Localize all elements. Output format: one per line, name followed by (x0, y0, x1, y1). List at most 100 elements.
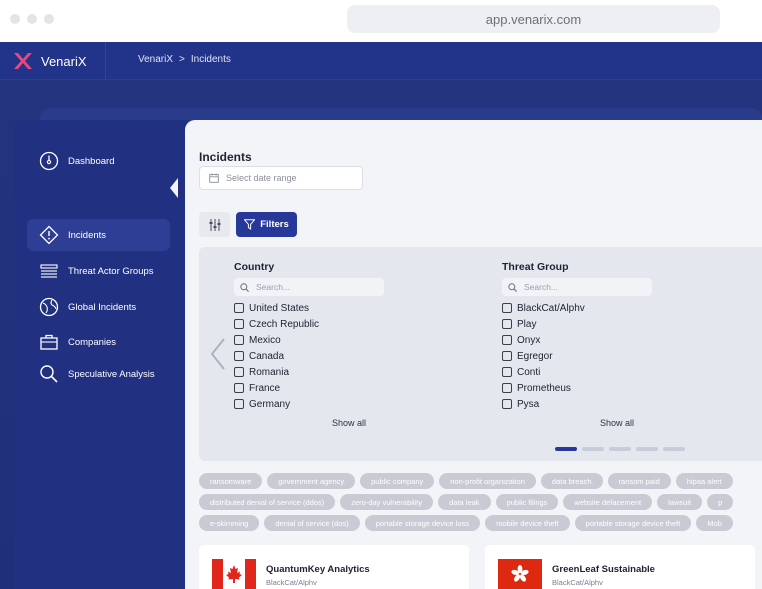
threat-group-search-input[interactable]: Search... (502, 278, 652, 296)
tag-chip[interactable]: zero-day vulnerability (340, 494, 434, 510)
tag-chip[interactable]: data leak (438, 494, 491, 510)
tag-chip[interactable]: portable storage device loss (364, 515, 481, 531)
filter-pager (555, 447, 685, 451)
tag-chip[interactable]: ransom paid (607, 473, 671, 489)
country-option[interactable]: France (234, 380, 384, 396)
pager-dot-4[interactable] (636, 447, 658, 451)
checkbox[interactable] (502, 367, 512, 377)
filters-button[interactable]: Filters (236, 212, 297, 237)
checkbox[interactable] (502, 319, 512, 329)
company-name: QuantumKey Analytics (266, 564, 370, 575)
threat-group-option[interactable]: BlackCat/Alphv (502, 300, 652, 316)
option-label: France (249, 382, 281, 394)
checkbox[interactable] (502, 303, 512, 313)
tag-chip[interactable]: website defacement (563, 494, 653, 510)
breadcrumb-current: Incidents (190, 54, 231, 65)
sidebar-item-threat-actor-groups[interactable]: Threat Actor Groups (27, 255, 170, 287)
country-option[interactable]: Canada (234, 348, 384, 364)
chevron-left-icon[interactable] (207, 337, 229, 371)
sidebar-item-speculative-analysis[interactable]: Speculative Analysis (27, 358, 170, 390)
sidebar-item-incidents[interactable]: Incidents (27, 219, 170, 251)
company-threat-group: BlackCat/Alphv (552, 578, 603, 587)
tag-chip[interactable]: lawsuit (657, 494, 703, 510)
maximize-window-dot[interactable] (44, 14, 54, 24)
sidebar-item-label: Companies (68, 336, 117, 348)
app-name: VenariX (41, 53, 87, 69)
search-icon (240, 282, 249, 292)
tag-chip[interactable]: public company (360, 473, 435, 489)
search-icon (508, 282, 517, 292)
threat-group-option[interactable]: Conti (502, 364, 652, 380)
pager-dot-3[interactable] (609, 447, 631, 451)
main-panel: Incidents Select date range Filters Coun… (185, 120, 762, 589)
checkbox[interactable] (502, 335, 512, 345)
active-tab-notch (170, 178, 178, 198)
tag-chip[interactable]: mobile device theft (485, 515, 570, 531)
checkbox[interactable] (502, 383, 512, 393)
threat-group-option[interactable]: Prometheus (502, 380, 652, 396)
threat-group-option[interactable]: Pysa (502, 396, 652, 412)
country-option[interactable]: Czech Republic (234, 316, 384, 332)
tag-chip[interactable]: Mob (696, 515, 733, 531)
threat-group-option[interactable]: Onyx (502, 332, 652, 348)
page-title: Incidents (199, 150, 252, 164)
canada-flag-icon (212, 559, 256, 589)
checkbox[interactable] (502, 351, 512, 361)
checkbox[interactable] (234, 399, 244, 409)
tag-chip[interactable]: denial of service (dos) (264, 515, 360, 531)
tag-chip[interactable]: government agency (267, 473, 356, 489)
threat-group-option[interactable]: Play (502, 316, 652, 332)
app-logo[interactable]: VenariX (13, 52, 87, 70)
sidebar-item-companies[interactable]: Companies (27, 326, 170, 358)
checkbox[interactable] (234, 351, 244, 361)
option-label: Prometheus (517, 382, 571, 394)
filter-panel: Country Search... United States Czech Re… (199, 247, 762, 461)
tag-chip[interactable]: portable storage device theft (574, 515, 692, 531)
date-range-picker[interactable]: Select date range (199, 166, 363, 190)
address-bar[interactable]: app.venarix.com (347, 5, 720, 33)
threat-group-filter-title: Threat Group (502, 261, 569, 273)
country-search-input[interactable]: Search... (234, 278, 384, 296)
checkbox[interactable] (234, 303, 244, 313)
pager-dot-5[interactable] (663, 447, 685, 451)
briefcase-icon (39, 332, 59, 352)
checkbox[interactable] (234, 319, 244, 329)
tag-chip[interactable]: non-profit organization (439, 473, 536, 489)
tag-chip[interactable]: p (707, 494, 734, 510)
company-card[interactable]: GreenLeaf Sustainable BlackCat/Alphv (485, 545, 755, 589)
minimize-window-dot[interactable] (27, 14, 37, 24)
globe-icon (39, 297, 59, 317)
sidebar-item-global-incidents[interactable]: Global Incidents (27, 291, 170, 323)
tag-chip[interactable]: data breach (540, 473, 603, 489)
option-label: Mexico (249, 334, 281, 346)
tag-chip[interactable]: e-skimming (199, 515, 260, 531)
option-label: Conti (517, 366, 541, 378)
checkbox[interactable] (234, 335, 244, 345)
company-card[interactable]: QuantumKey Analytics BlackCat/Alphv (199, 545, 469, 589)
country-option[interactable]: United States (234, 300, 384, 316)
option-label: Pysa (517, 398, 540, 410)
checkbox[interactable] (234, 383, 244, 393)
sidebar-item-dashboard[interactable]: Dashboard (27, 145, 170, 177)
country-option[interactable]: Germany (234, 396, 384, 412)
country-show-all-link[interactable]: Show all (332, 418, 366, 428)
background-strip (40, 108, 762, 120)
adjust-settings-button[interactable] (199, 212, 230, 237)
country-option[interactable]: Romania (234, 364, 384, 380)
country-option[interactable]: Mexico (234, 332, 384, 348)
close-window-dot[interactable] (10, 14, 20, 24)
tag-chip[interactable]: public filings (495, 494, 559, 510)
option-label: Play (517, 318, 537, 330)
pager-dot-1[interactable] (555, 447, 577, 451)
tag-chip[interactable]: ransomware (199, 473, 263, 489)
tag-chip[interactable]: distributed denial of service (ddos) (199, 494, 336, 510)
funnel-icon (244, 219, 256, 230)
threat-group-show-all-link[interactable]: Show all (600, 418, 634, 428)
checkbox[interactable] (234, 367, 244, 377)
pager-dot-2[interactable] (582, 447, 604, 451)
tag-chip[interactable]: hipaa alert (675, 473, 733, 489)
threat-group-option[interactable]: Egregor (502, 348, 652, 364)
checkbox[interactable] (502, 399, 512, 409)
app-window: VenariX VenariX > Incidents Dashboard In… (0, 42, 762, 589)
breadcrumb-root[interactable]: VenariX (138, 54, 173, 65)
